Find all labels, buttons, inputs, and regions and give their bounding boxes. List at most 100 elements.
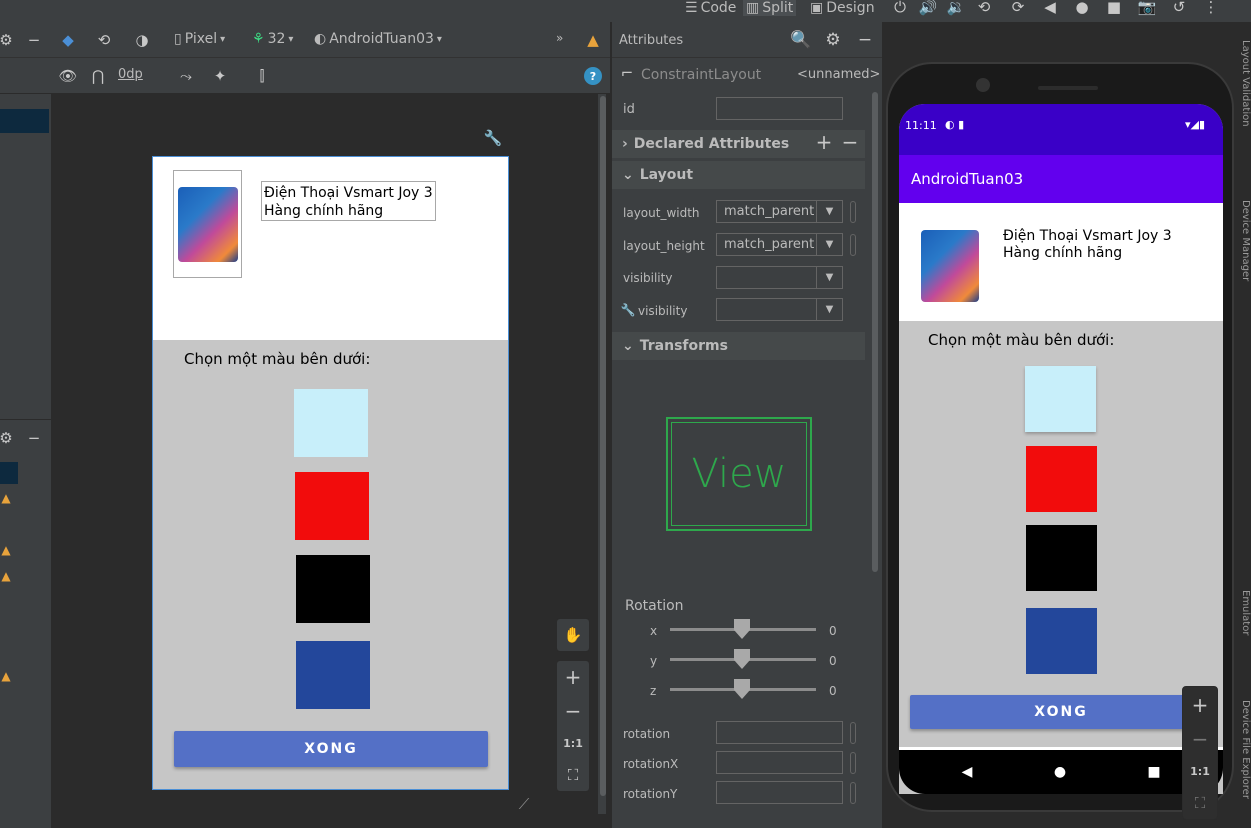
canvas-scrollbar-thumb[interactable] <box>600 96 606 796</box>
selected-warning-row[interactable] <box>0 462 18 484</box>
layout-height-resource-button[interactable] <box>850 234 856 256</box>
rotation-x-thumb[interactable] <box>734 619 750 639</box>
side-tab-device-manager[interactable]: Device Manager <box>1240 200 1251 320</box>
power-icon[interactable]: ⏻ <box>890 0 910 16</box>
rotation-y-thumb[interactable] <box>734 649 750 669</box>
nav-back-icon[interactable]: ◀ <box>955 760 979 784</box>
id-field[interactable] <box>716 97 843 120</box>
emulator-fit-screen-icon[interactable]: ⛶ <box>1183 789 1217 817</box>
nav-overview-icon[interactable]: ■ <box>1142 760 1166 784</box>
rotation-x-resource-button[interactable] <box>850 752 856 774</box>
infer-constraints-icon[interactable]: ✦ <box>210 66 230 86</box>
component-tree-panel: ⚙ − ▲ ▲ ▲ ▲ <box>0 94 51 828</box>
zoom-out-icon[interactable]: − <box>557 697 589 725</box>
night-mode-icon[interactable]: ◑ <box>130 28 154 52</box>
code-view-button[interactable]: ☰ Code <box>685 0 736 16</box>
pan-tool[interactable]: ✋ <box>556 618 590 652</box>
emulator-screen[interactable]: 11:11 ◐ ▮ ▾◢▮ AndroidTuan03 Điện Thoại V… <box>899 104 1223 794</box>
emulator-zoom-in-icon[interactable]: + <box>1183 691 1217 719</box>
volume-down-icon[interactable]: 🔉 <box>946 0 966 16</box>
warning-icon[interactable]: ▲ <box>583 30 603 50</box>
emulator-zoom-out-icon[interactable]: − <box>1183 725 1217 753</box>
resize-handle-icon[interactable]: ⟋ <box>512 792 536 816</box>
swatch-blue[interactable] <box>296 641 370 709</box>
emulator-xong-button[interactable]: XONG <box>910 695 1212 729</box>
rotation-field[interactable] <box>716 721 843 744</box>
rotation-x-field[interactable] <box>716 751 843 774</box>
layout-width-resource-button[interactable] <box>850 201 856 223</box>
rotation-resource-button[interactable] <box>850 722 856 744</box>
gear-icon[interactable]: ⚙ <box>0 428 13 448</box>
orientation-icon[interactable]: ⟲ <box>92 28 116 52</box>
side-tab-layout-validation[interactable]: Layout Validation <box>1240 40 1251 180</box>
rotation-z-thumb[interactable] <box>734 679 750 699</box>
emulator-swatch-black[interactable] <box>1026 525 1097 591</box>
minimize-icon[interactable]: − <box>854 29 876 51</box>
fit-screen-icon[interactable]: ⛶ <box>557 761 589 789</box>
tools-visibility-label: visibility <box>638 304 688 318</box>
rotation-x-attr-label: rotationX <box>623 757 679 771</box>
rotate-left-icon[interactable]: ⟲ <box>974 0 994 16</box>
layout-width-label: layout_width <box>623 206 700 220</box>
device-selector[interactable]: ▯ Pixel ▾ <box>174 31 225 47</box>
layout-section[interactable]: ⌄ Layout <box>612 161 865 189</box>
design-view-button[interactable]: ▣ Design <box>810 0 875 16</box>
side-tab-emulator[interactable]: Emulator <box>1240 590 1251 670</box>
split-view-button[interactable]: ▥ Split <box>743 0 797 16</box>
tools-visibility-dropdown[interactable]: ▼ <box>816 298 843 321</box>
api-level-selector[interactable]: ⚘ 32 ▾ <box>252 31 293 47</box>
rotation-x-label: x <box>650 624 658 638</box>
emulator-swatch-blue[interactable] <box>1026 608 1097 674</box>
swatch-black[interactable] <box>296 555 370 623</box>
emulator-actual-size-button[interactable]: 1:1 <box>1183 757 1217 785</box>
volume-up-icon[interactable]: 🔊 <box>918 0 938 16</box>
attributes-scrollbar-thumb[interactable] <box>872 92 878 572</box>
collapse-toolbar-icon[interactable]: » <box>556 31 563 45</box>
swatch-light-blue[interactable] <box>294 389 368 457</box>
transforms-section[interactable]: ⌄ Transforms <box>612 332 865 360</box>
more-icon[interactable]: ⋮ <box>1200 0 1222 16</box>
add-attribute-icon[interactable]: + <box>814 130 834 154</box>
visibility-dropdown[interactable]: ▼ <box>816 266 843 289</box>
home-icon[interactable]: ● <box>1072 0 1092 16</box>
layout-height-dropdown[interactable]: ▼ <box>816 233 843 256</box>
product-title[interactable]: Điện Thoại Vsmart Joy 3 Hàng chính hãng <box>261 181 436 221</box>
default-margin-field[interactable]: 0dp <box>118 67 143 82</box>
selected-tree-row[interactable] <box>0 109 49 133</box>
rotate-right-icon[interactable]: ⟳ <box>1008 0 1028 16</box>
minimize-icon[interactable]: − <box>24 30 44 50</box>
overview-icon[interactable]: ■ <box>1104 0 1124 16</box>
rotation-y-field[interactable] <box>716 781 843 804</box>
layout-preview[interactable]: Điện Thoại Vsmart Joy 3 Hàng chính hãng … <box>152 156 509 790</box>
emulator-swatch-red[interactable] <box>1026 446 1097 512</box>
gear-icon[interactable]: ⚙ <box>0 30 13 50</box>
gear-icon[interactable]: ⚙ <box>822 29 844 51</box>
swatch-red[interactable] <box>295 472 369 540</box>
eye-icon[interactable]: 👁 <box>58 66 78 86</box>
xong-button[interactable]: XONG <box>174 731 488 767</box>
status-bar: 11:11 ◐ ▮ ▾◢▮ <box>899 104 1223 155</box>
search-icon[interactable]: 🔍 <box>790 29 812 51</box>
camera-icon[interactable]: 📷 <box>1136 0 1158 16</box>
back-icon[interactable]: ◀ <box>1040 0 1060 16</box>
chevron-down-icon: ▼ <box>825 206 834 217</box>
magnet-off-icon[interactable]: ⋂ <box>88 66 108 86</box>
layers-icon[interactable]: ◆ <box>56 28 80 52</box>
actual-size-button[interactable]: 1:1 <box>557 729 589 757</box>
rotation-y-resource-button[interactable] <box>850 782 856 804</box>
layout-width-dropdown[interactable]: ▼ <box>816 200 843 223</box>
side-tab-device-file-explorer[interactable]: Device File Explorer <box>1240 700 1251 828</box>
zoom-in-icon[interactable]: + <box>557 663 589 691</box>
wrench-icon[interactable]: 🔧 <box>484 128 503 148</box>
help-icon[interactable]: ? <box>584 67 602 85</box>
remove-attribute-icon[interactable]: − <box>840 130 860 154</box>
nav-home-icon[interactable]: ● <box>1048 760 1072 784</box>
clear-constraints-icon[interactable]: ⤳ <box>176 66 196 86</box>
snapshot-icon[interactable]: ↺ <box>1168 0 1190 16</box>
product-image-frame[interactable] <box>173 170 242 278</box>
minimize-icon[interactable]: − <box>24 428 44 448</box>
attributes-header: Attributes 🔍 ⚙ − <box>612 22 882 58</box>
emulator-swatch-light-blue[interactable] <box>1025 366 1096 432</box>
theme-selector[interactable]: ◐ AndroidTuan03 ▾ <box>314 31 442 47</box>
guidelines-icon[interactable]: ⫿ <box>252 66 272 86</box>
